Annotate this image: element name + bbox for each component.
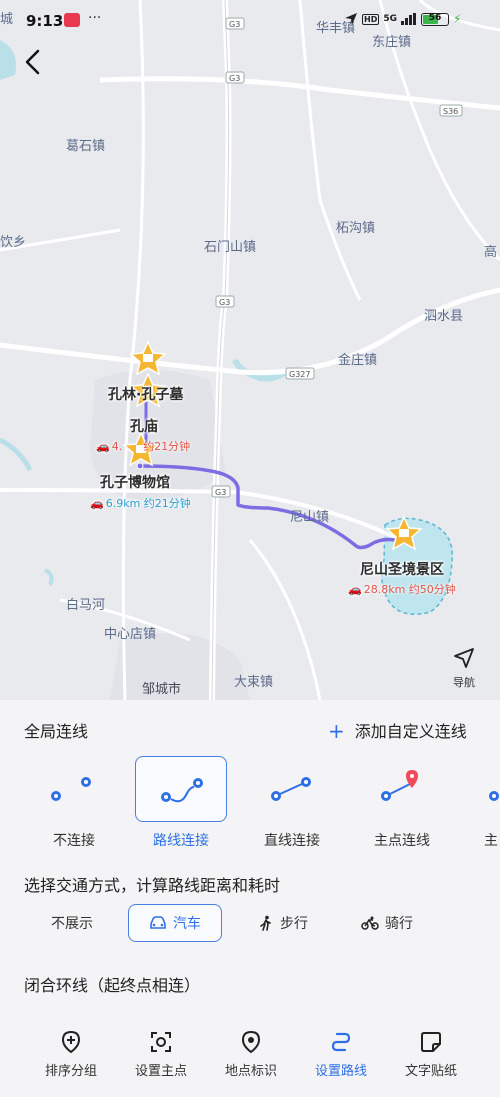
plus-icon: + — [328, 719, 345, 743]
map-label-dashu: 大束镇 — [234, 675, 274, 690]
map-label-sishui: 泗水县 — [424, 309, 464, 324]
straight-connect-icon — [271, 777, 311, 801]
car-icon — [150, 916, 166, 929]
partial-connect-icon — [489, 791, 499, 801]
app-notification-icon — [64, 13, 80, 27]
svg-text:G3: G3 — [219, 298, 230, 307]
chevron-left-icon — [25, 49, 40, 75]
charging-icon: ⚡ — [453, 12, 462, 26]
location-arrow-icon — [345, 13, 357, 25]
conn-option-partial[interactable] — [466, 756, 500, 822]
focus-icon — [151, 1032, 171, 1052]
map-label-geshi: 葛石镇 — [66, 139, 106, 154]
loop-title[interactable]: 闭合环线（起终点相连） — [24, 972, 200, 996]
svg-text:G327: G327 — [289, 370, 310, 379]
add-custom-link-button[interactable]: + 添加自定义连线 — [328, 718, 467, 743]
poi-distance-nishan: 🚗 28.8km 约50分钟 — [348, 583, 456, 596]
map-label-zhongxindian: 中心店镇 — [104, 627, 157, 642]
map-label-jinzhuang: 金庄镇 — [338, 353, 378, 368]
tab-text-sticker[interactable]: 文字贴纸 — [386, 1030, 476, 1079]
navigate-button[interactable]: 导航 — [446, 646, 482, 690]
map-label-zhegou: 柘沟镇 — [336, 221, 376, 236]
map-label-shimenshan: 石门山镇 — [204, 240, 257, 255]
conn-label-main-point: 主点连线 — [374, 833, 430, 849]
add-circle-icon — [61, 1030, 81, 1054]
network-label: 5G — [383, 14, 397, 24]
status-time: 9:13 — [26, 12, 64, 30]
map-label-baimahe: 白马河 — [66, 598, 106, 613]
hd-icon: HD — [362, 13, 380, 25]
conn-label-partial: 主 — [484, 833, 498, 849]
poi-name-kongmiao[interactable]: 孔庙 — [130, 416, 158, 436]
svg-text:S36: S36 — [443, 107, 458, 116]
traffic-option-none[interactable]: 不展示 — [26, 904, 118, 942]
navigate-label: 导航 — [453, 676, 475, 689]
location-pin-icon — [241, 1030, 261, 1054]
global-link-title: 全局连线 — [24, 722, 89, 741]
tab-set-main-point[interactable]: 设置主点 — [116, 1030, 206, 1079]
traffic-option-walk[interactable]: 步行 — [238, 904, 328, 942]
route-icon — [331, 1032, 351, 1052]
route-connect-icon — [161, 778, 203, 803]
conn-option-route[interactable] — [135, 756, 227, 822]
poi-name-kongmu[interactable]: 孔林·孔子墓 — [108, 384, 183, 404]
traffic-title: 选择交通方式，计算路线距离和耗时 — [24, 876, 281, 895]
conn-option-main-point[interactable] — [356, 756, 448, 822]
tab-set-route[interactable]: 设置路线 — [296, 1030, 386, 1079]
no-connect-icon — [51, 777, 91, 801]
map-label-zoucheng: 邹城市 — [142, 682, 182, 697]
conn-label-none: 不连接 — [53, 833, 95, 849]
conn-option-none[interactable] — [28, 756, 120, 822]
car-icon: 🚗 — [96, 440, 110, 453]
more-notifications-icon: ··· — [88, 10, 102, 26]
battery-icon: 56 — [421, 12, 449, 26]
svg-text:G3: G3 — [215, 488, 226, 497]
map-label-nishan-town: 尼山镇 — [290, 510, 330, 525]
traffic-option-car[interactable]: 汽车 — [128, 904, 222, 942]
bike-icon — [361, 916, 379, 930]
sticker-icon — [421, 1032, 441, 1052]
status-bar: 9:13 ··· HD 5G 56 ⚡ — [0, 0, 500, 40]
tab-sort-group[interactable]: 排序分组 — [26, 1030, 116, 1079]
back-button[interactable] — [18, 46, 50, 78]
main-point-connect-icon — [381, 770, 418, 801]
map-label-yinxiang: 饮乡 — [0, 235, 27, 250]
car-icon: 🚗 — [348, 583, 362, 596]
signal-icon — [401, 13, 416, 25]
conn-label-route: 路线连接 — [153, 833, 209, 849]
poi-name-museum[interactable]: 孔子博物馆 — [100, 472, 170, 492]
tab-place-marker[interactable]: 地点标识 — [206, 1030, 296, 1079]
poi-name-nishan[interactable]: 尼山圣境景区 — [360, 559, 444, 579]
svg-text:G3: G3 — [229, 74, 240, 83]
navigation-arrow-icon — [454, 648, 474, 668]
map-view[interactable]: G3 G3 G3 G3 G327 S36 华丰镇 东庄镇 城 葛石镇 柘沟镇 饮… — [0, 0, 500, 700]
map-label-gao: 高 — [484, 245, 498, 260]
conn-option-straight[interactable] — [246, 756, 338, 822]
poi-distance-kongmiao: 🚗 4. 约21分钟 — [96, 440, 191, 453]
traffic-option-bike[interactable]: 骑行 — [342, 904, 432, 942]
walk-icon — [260, 915, 271, 931]
car-icon: 🚗 — [90, 497, 104, 510]
conn-label-straight: 直线连接 — [264, 833, 320, 849]
poi-distance-museum: 🚗 6.9km 约21分钟 — [90, 497, 191, 510]
status-icons: HD 5G 56 ⚡ — [344, 12, 461, 26]
